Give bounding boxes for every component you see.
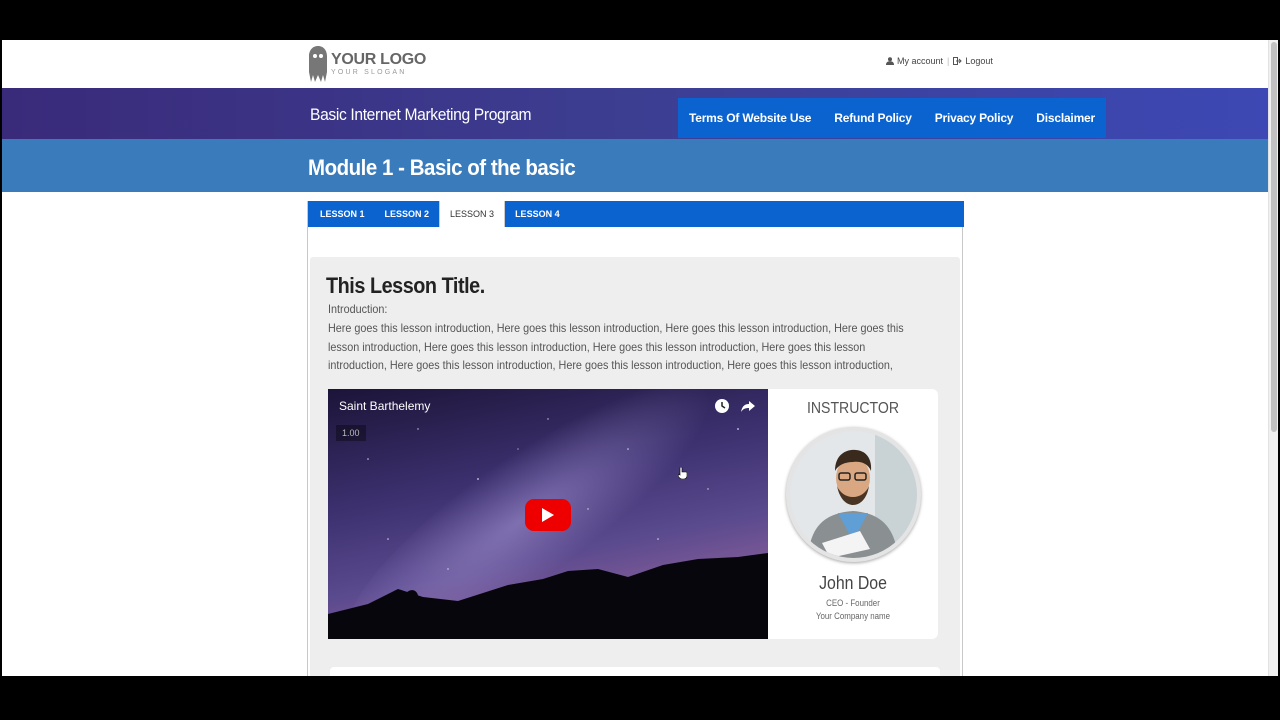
logout-link[interactable]: Logout [953,56,993,66]
instructor-role: CEO - Founder [826,598,880,608]
lesson-container: LESSON 1 LESSON 2 LESSON 3 LESSON 4 This… [307,201,964,676]
account-links: My account | Logout [886,56,993,66]
play-button[interactable] [525,499,571,531]
mouse-cursor-icon [678,467,687,479]
tab-lesson-4[interactable]: LESSON 4 [505,201,570,227]
instructor-avatar [786,427,921,562]
video-player[interactable]: Saint Barthelemy 1.00 [328,389,768,639]
instructor-heading: INSTRUCTOR [806,400,900,417]
lesson-title: This Lesson Title. [326,273,485,298]
logout-label: Logout [965,56,993,66]
top-header: YOUR LOGO YOUR SLOGAN My account | Logou… [2,40,1268,88]
tab-lesson-3[interactable]: LESSON 3 [439,201,506,227]
video-title[interactable]: Saint Barthelemy [339,399,430,413]
module-title: Module 1 - Basic of the basic [308,155,576,180]
browser-viewport: YOUR LOGO YOUR SLOGAN My account | Logou… [2,40,1278,676]
user-icon [886,57,894,65]
scrollbar-thumb[interactable] [1271,42,1277,432]
main-navbar: Basic Internet Marketing Program Terms O… [2,88,1268,139]
play-icon [542,508,554,522]
nav-menu: Terms Of Website Use Refund Policy Priva… [678,98,1106,138]
logo-mark-icon [309,46,327,82]
lesson-panel: This Lesson Title. Introduction: Here go… [310,257,960,676]
tab-lesson-2[interactable]: LESSON 2 [375,201,440,227]
account-separator: | [947,56,950,66]
site-title[interactable]: Basic Internet Marketing Program [310,105,532,125]
logout-icon [953,57,963,65]
nav-item-refund-policy[interactable]: Refund Policy [834,111,912,125]
video-speed: 1.00 [336,425,366,441]
instructor-company: Your Company name [815,611,891,621]
logo-slogan: YOUR SLOGAN [331,69,407,76]
nav-item-terms[interactable]: Terms Of Website Use [689,111,811,125]
my-account-link[interactable]: My account [886,56,943,66]
page-scrollbar[interactable] [1268,40,1278,676]
instructor-name: John Doe [819,573,887,593]
next-section-panel [330,667,940,676]
nav-item-disclaimer[interactable]: Disclaimer [1036,111,1095,125]
site-logo[interactable]: YOUR LOGO YOUR SLOGAN [307,44,426,84]
lesson-tabs: LESSON 1 LESSON 2 LESSON 3 LESSON 4 [308,201,964,227]
share-icon[interactable] [740,398,756,414]
instructor-card: INSTRUCTOR John Doe CEO - Founder Your C… [768,389,938,639]
tab-lesson-1[interactable]: LESSON 1 [310,201,375,227]
instructor-photo [790,431,917,558]
watch-later-icon[interactable] [714,398,730,414]
module-title-bar: Module 1 - Basic of the basic [2,139,1268,192]
my-account-label: My account [897,56,944,66]
nav-item-privacy-policy[interactable]: Privacy Policy [935,111,1014,125]
video-top-controls [714,398,756,414]
intro-text: Here goes this lesson introduction, Here… [328,321,904,372]
logo-title: YOUR LOGO [331,51,427,68]
intro-label: Introduction: [328,302,388,316]
